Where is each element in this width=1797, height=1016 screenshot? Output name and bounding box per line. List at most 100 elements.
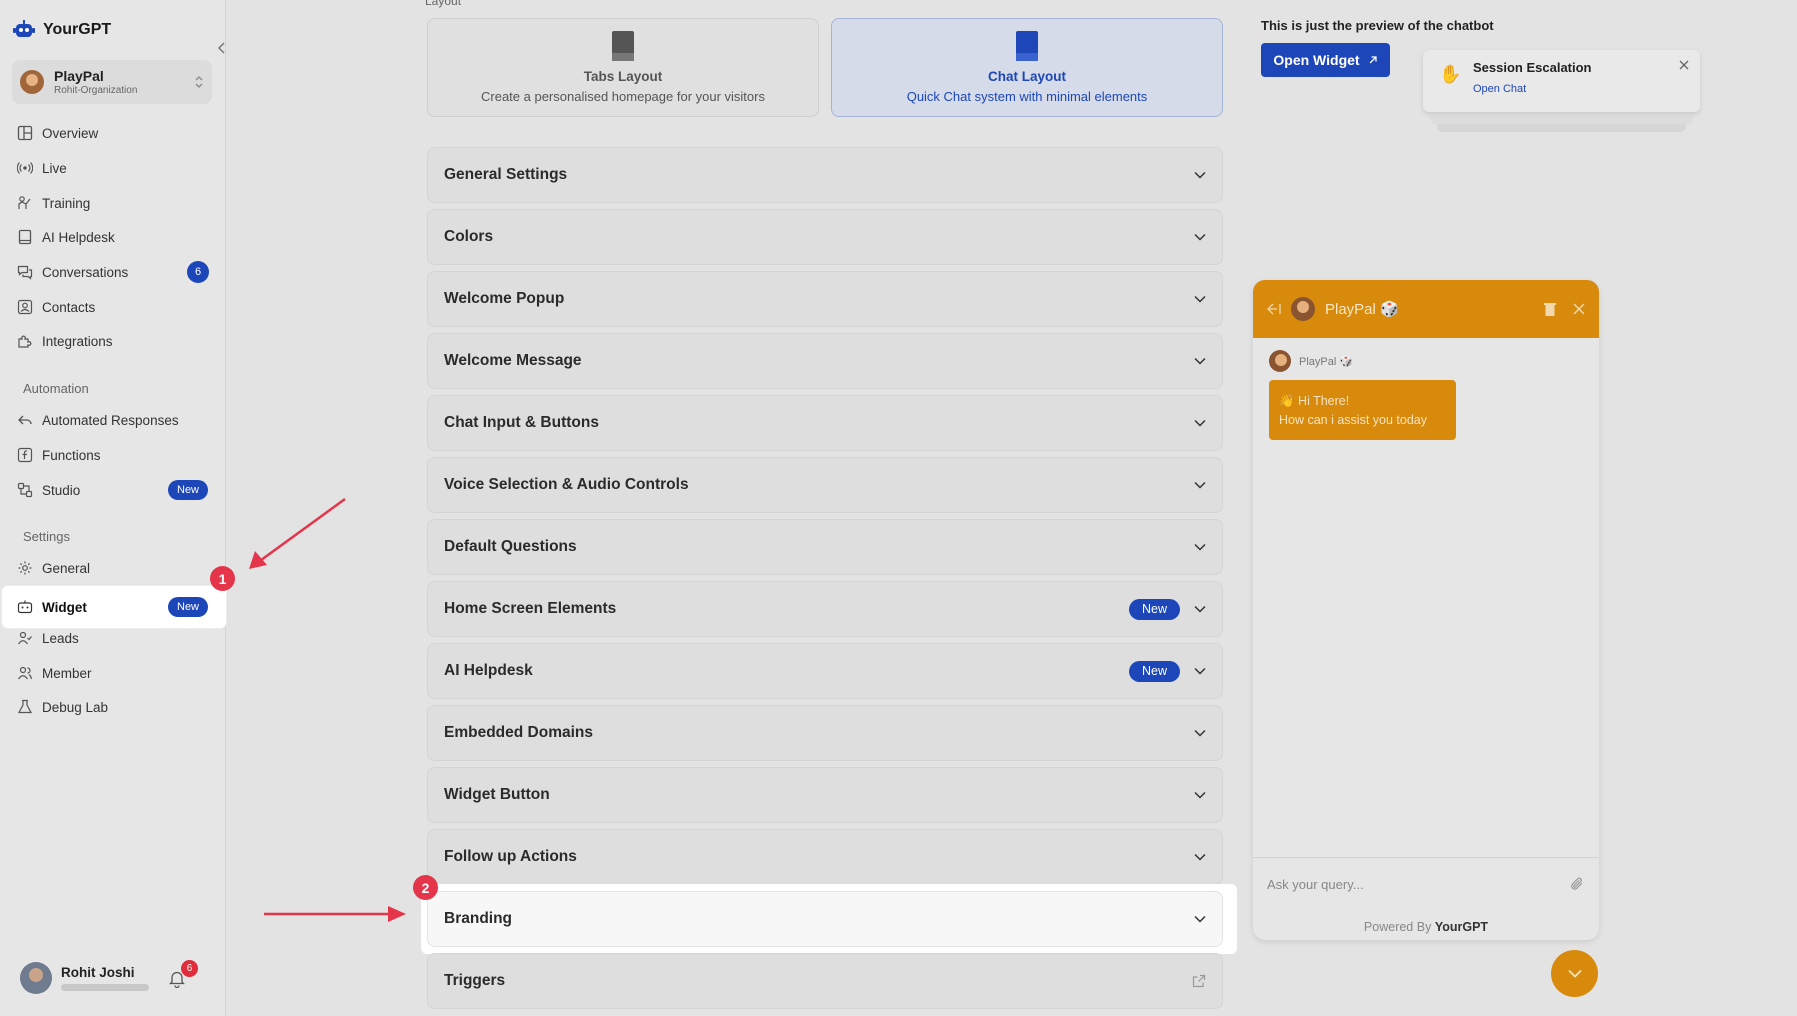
sidebar-item-label: Overview <box>42 125 99 141</box>
sidebar-item-widget-highlight: Widget New <box>2 586 226 628</box>
chevron-down-icon <box>1194 419 1206 427</box>
section-embedded-domains[interactable]: Embedded Domains <box>427 705 1223 761</box>
section-welcome-message[interactable]: Welcome Message <box>427 333 1223 389</box>
chat-input[interactable]: Ask your query... <box>1267 877 1364 892</box>
tablet-icon <box>612 31 634 61</box>
org-name: PlayPal <box>54 68 104 84</box>
section-label: AI Helpdesk <box>444 662 533 679</box>
layout-heading: Layout <box>425 0 462 8</box>
chat-layout-description: Quick Chat system with minimal elements <box>906 89 1148 104</box>
collapse-sidebar-icon[interactable] <box>217 42 227 54</box>
sender-name: PlayPal 🎲 <box>1299 355 1354 368</box>
widget-new-badge: New <box>168 597 209 617</box>
chevron-down-icon <box>1194 667 1206 675</box>
preview-note: This is just the preview of the chatbot <box>1261 18 1494 33</box>
sidebar-item-leads[interactable]: Leads <box>0 623 226 653</box>
sidebar-item-general[interactable]: General <box>0 553 226 583</box>
annotation-arrow-1 <box>249 497 346 569</box>
new-badge: New <box>1128 598 1180 620</box>
close-icon[interactable] <box>1573 303 1585 315</box>
chatbot-header: PlayPal 🎲 <box>1253 280 1599 338</box>
sidebar-item-debug-lab[interactable]: Debug Lab <box>0 692 226 722</box>
open-widget-button[interactable]: Open Widget <box>1261 43 1390 77</box>
chat-layout-card[interactable]: Chat Layout Quick Chat system with minim… <box>831 18 1223 117</box>
section-label: Colors <box>444 228 494 245</box>
sidebar: YourGPT PlayPal Rohit-Organization Overv… <box>0 0 226 1016</box>
trash-icon[interactable] <box>1543 302 1557 317</box>
sidebar-item-label: Debug Lab <box>42 699 109 715</box>
section-default-questions[interactable]: Default Questions <box>427 519 1223 575</box>
sidebar-item-label: AI Helpdesk <box>42 229 115 245</box>
sidebar-item-ai-helpdesk[interactable]: AI Helpdesk <box>0 222 226 252</box>
message-sender: PlayPal 🎲 <box>1269 350 1353 372</box>
notification-count-badge: 6 <box>181 960 198 977</box>
reply-icon <box>18 415 32 425</box>
paperclip-icon[interactable] <box>1569 876 1585 892</box>
studio-icon <box>17 482 33 498</box>
close-icon[interactable] <box>1679 60 1689 70</box>
puzzle-icon <box>18 335 32 348</box>
section-label: Default Questions <box>444 538 577 555</box>
greeting-bubble: 👋 Hi There! How can i assist you today <box>1269 380 1456 440</box>
sidebar-item-label: Automated Responses <box>42 412 179 428</box>
book-icon <box>18 229 32 245</box>
sidebar-item-label: Member <box>42 665 92 681</box>
widget-toggle-button[interactable] <box>1551 950 1598 997</box>
brand-name: YourGPT <box>43 21 112 38</box>
sidebar-item-live[interactable]: Live <box>0 153 226 183</box>
sidebar-item-contacts[interactable]: Contacts <box>0 292 226 322</box>
section-triggers[interactable]: Triggers <box>427 953 1223 1009</box>
automation-heading: Automation <box>23 381 89 396</box>
tabs-layout-description: Create a personalised homepage for your … <box>481 89 765 104</box>
avatar <box>20 962 52 994</box>
open-chat-link[interactable]: Open Chat <box>1473 83 1688 95</box>
chevron-down-icon <box>1194 605 1206 613</box>
sidebar-item-member[interactable]: Member <box>0 658 226 688</box>
back-icon[interactable] <box>1267 303 1281 315</box>
section-ai-helpdesk[interactable]: AI Helpdesk New <box>427 643 1223 699</box>
section-voice-selection[interactable]: Voice Selection & Audio Controls <box>427 457 1223 513</box>
chevron-down-icon <box>1194 915 1206 923</box>
user-name: Rohit Joshi <box>61 965 135 980</box>
section-general-settings[interactable]: General Settings <box>427 147 1223 203</box>
sidebar-item-functions[interactable]: Functions <box>0 440 226 470</box>
open-widget-label: Open Widget <box>1273 52 1360 68</box>
sidebar-item-overview[interactable]: Overview <box>0 118 226 148</box>
section-label: Welcome Message <box>444 352 582 369</box>
section-branding[interactable]: Branding <box>427 891 1223 947</box>
greeting-line: How can i assist you today <box>1279 413 1427 427</box>
bot-avatar <box>1269 350 1291 372</box>
sidebar-item-label: Conversations <box>42 264 129 280</box>
organization-switcher[interactable]: PlayPal Rohit-Organization <box>12 60 212 104</box>
flask-icon <box>18 699 32 714</box>
studio-new-badge: New <box>168 480 209 500</box>
section-widget-button[interactable]: Widget Button <box>427 767 1223 823</box>
chatbot-preview: PlayPal 🎲 PlayPal 🎲 👋 Hi There! How can … <box>1253 280 1599 940</box>
tabs-layout-card[interactable]: Tabs Layout Create a personalised homepa… <box>427 18 819 117</box>
chevron-down-icon <box>1567 969 1582 978</box>
section-home-screen-elements[interactable]: Home Screen Elements New <box>427 581 1223 637</box>
settings-heading: Settings <box>23 529 70 544</box>
function-icon <box>17 447 33 463</box>
annotation-arrow-2 <box>264 906 406 922</box>
section-colors[interactable]: Colors <box>427 209 1223 265</box>
raised-hand-icon: ✋ <box>1439 64 1462 84</box>
sidebar-item-training[interactable]: Training <box>0 188 226 218</box>
bot-name: PlayPal 🎲 <box>1325 301 1399 318</box>
user-profile[interactable]: Rohit Joshi <box>20 962 149 994</box>
sidebar-item-automated-responses[interactable]: Automated Responses <box>0 405 226 435</box>
section-chat-input-buttons[interactable]: Chat Input & Buttons <box>427 395 1223 451</box>
brand[interactable]: YourGPT <box>13 19 111 41</box>
sidebar-item-label: Studio <box>42 482 81 498</box>
chat-icon <box>17 265 33 280</box>
user-email-blurred <box>61 984 149 991</box>
members-icon <box>18 666 33 680</box>
escalation-title: Session Escalation <box>1473 60 1592 75</box>
chevron-up-down-icon <box>195 76 203 88</box>
section-welcome-popup[interactable]: Welcome Popup <box>427 271 1223 327</box>
section-follow-up-actions[interactable]: Follow up Actions <box>427 829 1223 885</box>
sidebar-item-integrations[interactable]: Integrations <box>0 326 226 356</box>
powered-brand: YourGPT <box>1434 920 1489 934</box>
section-label: Branding <box>444 910 513 927</box>
chat-input-area: Ask your query... Powered By YourGPT <box>1253 857 1599 940</box>
